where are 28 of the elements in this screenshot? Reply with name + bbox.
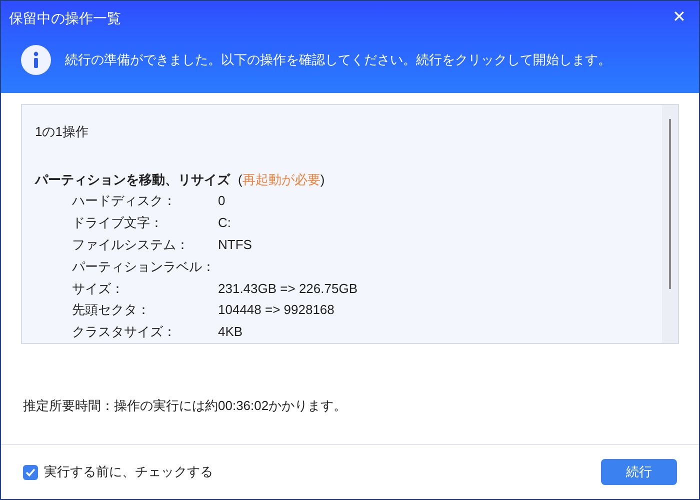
continue-button[interactable]: 続行 (601, 459, 677, 485)
checkbox[interactable] (23, 464, 38, 480)
detail-label: パーティションラベル： (72, 258, 216, 276)
note-paren: ( (238, 170, 242, 189)
check-icon (25, 466, 36, 478)
detail-value: 231.43GB => 226.75GB (218, 280, 358, 298)
banner-message: 続行の準備ができました。以下の操作を確認してください。続行をクリックして開始します。 (65, 51, 611, 70)
detail-label: 先頭セクタ： (72, 301, 151, 320)
detail-value: NTFS (218, 236, 252, 254)
detail-value: 104448 => 9928168 (218, 301, 334, 320)
detail-value: C: (218, 214, 231, 232)
operation-count: 1の1操作 (35, 123, 90, 141)
estimated-time-text: 推定所要時間：操作の実行には約00:36:02かかります。 (23, 397, 347, 415)
note-paren: ) (320, 170, 325, 189)
detail-label: クラスタサイズ： (72, 323, 177, 342)
detail-value: 0 (218, 192, 226, 210)
close-button[interactable]: ✕ (667, 6, 691, 30)
detail-label: サイズ： (72, 280, 125, 298)
scrollbar-thumb[interactable] (669, 119, 671, 289)
detail-label: ハードディスク： (72, 192, 177, 210)
detail-value: 4KB (218, 323, 243, 342)
detail-label: ドライブ文字： (72, 214, 164, 232)
checkbox-label: 実行する前に、チェックする (44, 463, 213, 482)
restart-required-note: 再起動が必要 (242, 170, 320, 189)
operation-title: パーティションを移動、リサイズ (35, 170, 230, 189)
window-title: 保留中の操作一覧 (9, 8, 121, 28)
info-icon (21, 45, 51, 75)
detail-label: ファイルシステム： (72, 236, 190, 254)
